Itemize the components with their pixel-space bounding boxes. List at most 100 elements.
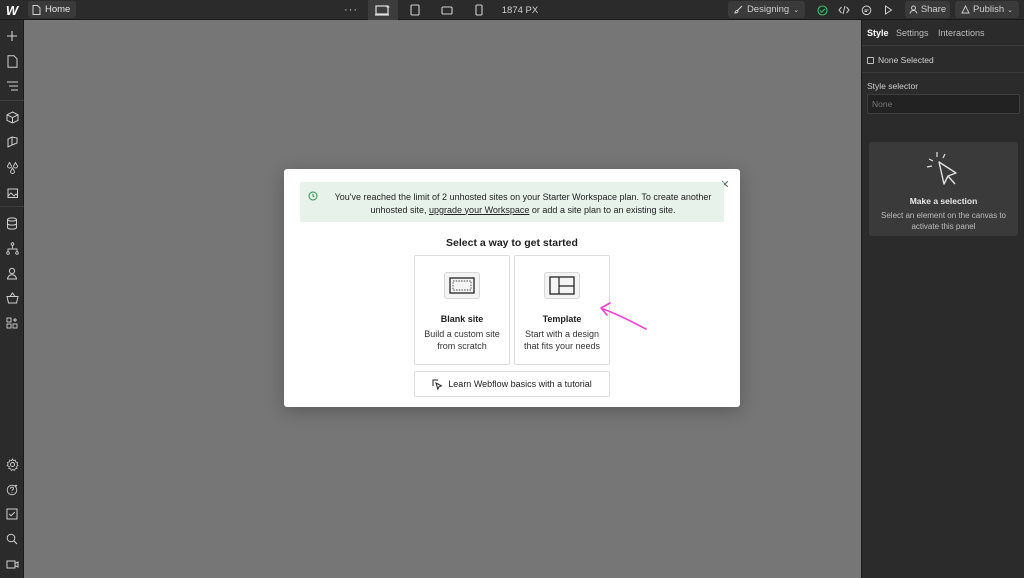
element-icon bbox=[867, 56, 874, 64]
tutorial-label: Learn Webflow basics with a tutorial bbox=[448, 379, 592, 389]
tab-style[interactable]: Style bbox=[867, 28, 889, 38]
video-icon bbox=[6, 560, 18, 568]
play-icon bbox=[884, 5, 892, 15]
users-button[interactable] bbox=[4, 265, 20, 281]
logic-button[interactable] bbox=[4, 240, 20, 256]
make-selection-description: Select an element on the canvas to activ… bbox=[881, 211, 1006, 231]
audit-status-button[interactable] bbox=[813, 0, 831, 20]
template-thumbnail bbox=[544, 272, 580, 299]
publish-icon bbox=[961, 5, 970, 14]
code-icon bbox=[838, 5, 850, 15]
share-button[interactable]: Share bbox=[905, 1, 950, 18]
panel-tabs: Style Settings Interactions bbox=[862, 20, 1024, 46]
database-icon bbox=[7, 216, 17, 230]
preview-button[interactable] bbox=[879, 0, 897, 20]
breakpoint-landscape-button[interactable] bbox=[432, 0, 462, 20]
help-icon bbox=[6, 483, 18, 495]
tutorial-button[interactable]: Learn Webflow basics with a tutorial bbox=[414, 371, 610, 397]
tablet-breakpoint-icon bbox=[410, 4, 420, 16]
style-selector-input[interactable] bbox=[867, 94, 1020, 114]
assets-button[interactable] bbox=[4, 184, 20, 200]
publish-button[interactable]: Publish ⌄ bbox=[955, 1, 1019, 18]
variables-button[interactable] bbox=[4, 159, 20, 175]
check-circle-icon bbox=[816, 4, 828, 16]
style-manager-icon bbox=[7, 135, 17, 148]
brush-icon bbox=[734, 5, 743, 14]
image-icon bbox=[7, 188, 18, 198]
checkbox-icon bbox=[6, 508, 18, 520]
navigator-button[interactable] bbox=[4, 78, 20, 94]
template-description: Start with a design that fits your needs bbox=[523, 329, 601, 351]
tasks-button[interactable] bbox=[4, 506, 20, 522]
page-selector-label: Home bbox=[45, 4, 71, 15]
cube-icon bbox=[6, 110, 18, 124]
page-icon bbox=[7, 54, 17, 68]
user-icon bbox=[6, 267, 18, 279]
make-selection-title: Make a selection bbox=[909, 196, 978, 206]
search-icon bbox=[6, 533, 18, 545]
chevron-down-icon: ⌄ bbox=[1007, 6, 1014, 14]
breakpoint-desktop-button[interactable] bbox=[368, 0, 398, 20]
search-button[interactable] bbox=[4, 531, 20, 547]
limit-text-end: or add a site plan to an existing site. bbox=[529, 204, 676, 215]
toolbar-divider bbox=[0, 100, 24, 101]
more-options-button[interactable]: ··· bbox=[342, 0, 360, 20]
limit-warning-banner: You've reached the limit of 2 unhosted s… bbox=[300, 182, 724, 222]
mobile-portrait-icon bbox=[475, 4, 483, 16]
apps-grid-icon bbox=[6, 317, 18, 329]
cms-button[interactable] bbox=[4, 215, 20, 231]
drops-icon bbox=[6, 161, 18, 174]
limit-warning-text: You've reached the limit of 2 unhosted s… bbox=[330, 191, 716, 216]
code-export-button[interactable] bbox=[835, 0, 853, 20]
video-tutorials-button[interactable] bbox=[4, 556, 20, 572]
canvas-width-readout: 1874 PX bbox=[501, 4, 539, 16]
tab-interactions[interactable]: Interactions bbox=[938, 28, 985, 38]
components-button[interactable] bbox=[4, 109, 20, 125]
help-button[interactable] bbox=[4, 481, 20, 497]
blank-site-title: Blank site bbox=[440, 314, 484, 324]
desktop-breakpoint-icon bbox=[375, 5, 390, 16]
webflow-logo-icon[interactable]: W bbox=[0, 0, 24, 20]
modal-heading: Select a way to get started bbox=[446, 237, 578, 249]
blank-site-description: Build a custom site from scratch bbox=[424, 329, 500, 351]
basket-icon bbox=[5, 292, 19, 304]
annotation-arrow-icon bbox=[600, 302, 647, 330]
tab-settings[interactable]: Settings bbox=[896, 28, 929, 38]
top-toolbar: W Home ··· 1874 PX Designing ⌄ Share Pub… bbox=[0, 0, 1024, 20]
plus-icon bbox=[7, 31, 17, 41]
ecommerce-button[interactable] bbox=[4, 290, 20, 306]
selection-status: None Selected bbox=[867, 55, 934, 65]
template-layout-icon bbox=[549, 276, 575, 295]
blank-site-thumbnail bbox=[444, 272, 480, 299]
page-selector-button[interactable]: Home bbox=[28, 1, 76, 18]
selection-status-label: None Selected bbox=[878, 55, 934, 65]
apps-button[interactable] bbox=[4, 315, 20, 331]
get-started-modal: ✕ You've reached the limit of 2 unhosted… bbox=[284, 169, 740, 407]
breakpoint-portrait-button[interactable] bbox=[464, 0, 494, 20]
mode-dropdown[interactable]: Designing ⌄ bbox=[728, 1, 805, 18]
gear-icon bbox=[5, 457, 19, 471]
info-timer-icon bbox=[308, 191, 318, 201]
left-toolbar bbox=[0, 20, 24, 578]
blank-site-icon bbox=[449, 277, 475, 294]
logic-flow-icon bbox=[5, 241, 19, 255]
comments-button[interactable] bbox=[857, 0, 875, 20]
page-icon bbox=[32, 4, 41, 15]
add-elements-button[interactable] bbox=[4, 28, 20, 44]
settings-button[interactable] bbox=[4, 456, 20, 472]
share-label: Share bbox=[920, 4, 947, 15]
mobile-landscape-icon bbox=[441, 5, 453, 15]
navigator-icon bbox=[6, 81, 18, 91]
mode-label: Designing bbox=[746, 4, 790, 15]
template-title: Template bbox=[542, 314, 582, 324]
panel-divider bbox=[862, 72, 1024, 73]
style-manager-button[interactable] bbox=[4, 134, 20, 150]
publish-label: Publish bbox=[972, 4, 1005, 15]
make-selection-card: Make a selection Select an element on th… bbox=[869, 142, 1018, 236]
pages-button[interactable] bbox=[4, 53, 20, 69]
user-icon bbox=[909, 5, 918, 14]
toolbar-divider bbox=[0, 206, 24, 207]
upgrade-workspace-link[interactable]: upgrade your Workspace bbox=[429, 205, 529, 215]
breakpoint-tablet-button[interactable] bbox=[400, 0, 430, 20]
blank-site-option[interactable]: Blank site Build a custom site from scra… bbox=[414, 255, 510, 365]
